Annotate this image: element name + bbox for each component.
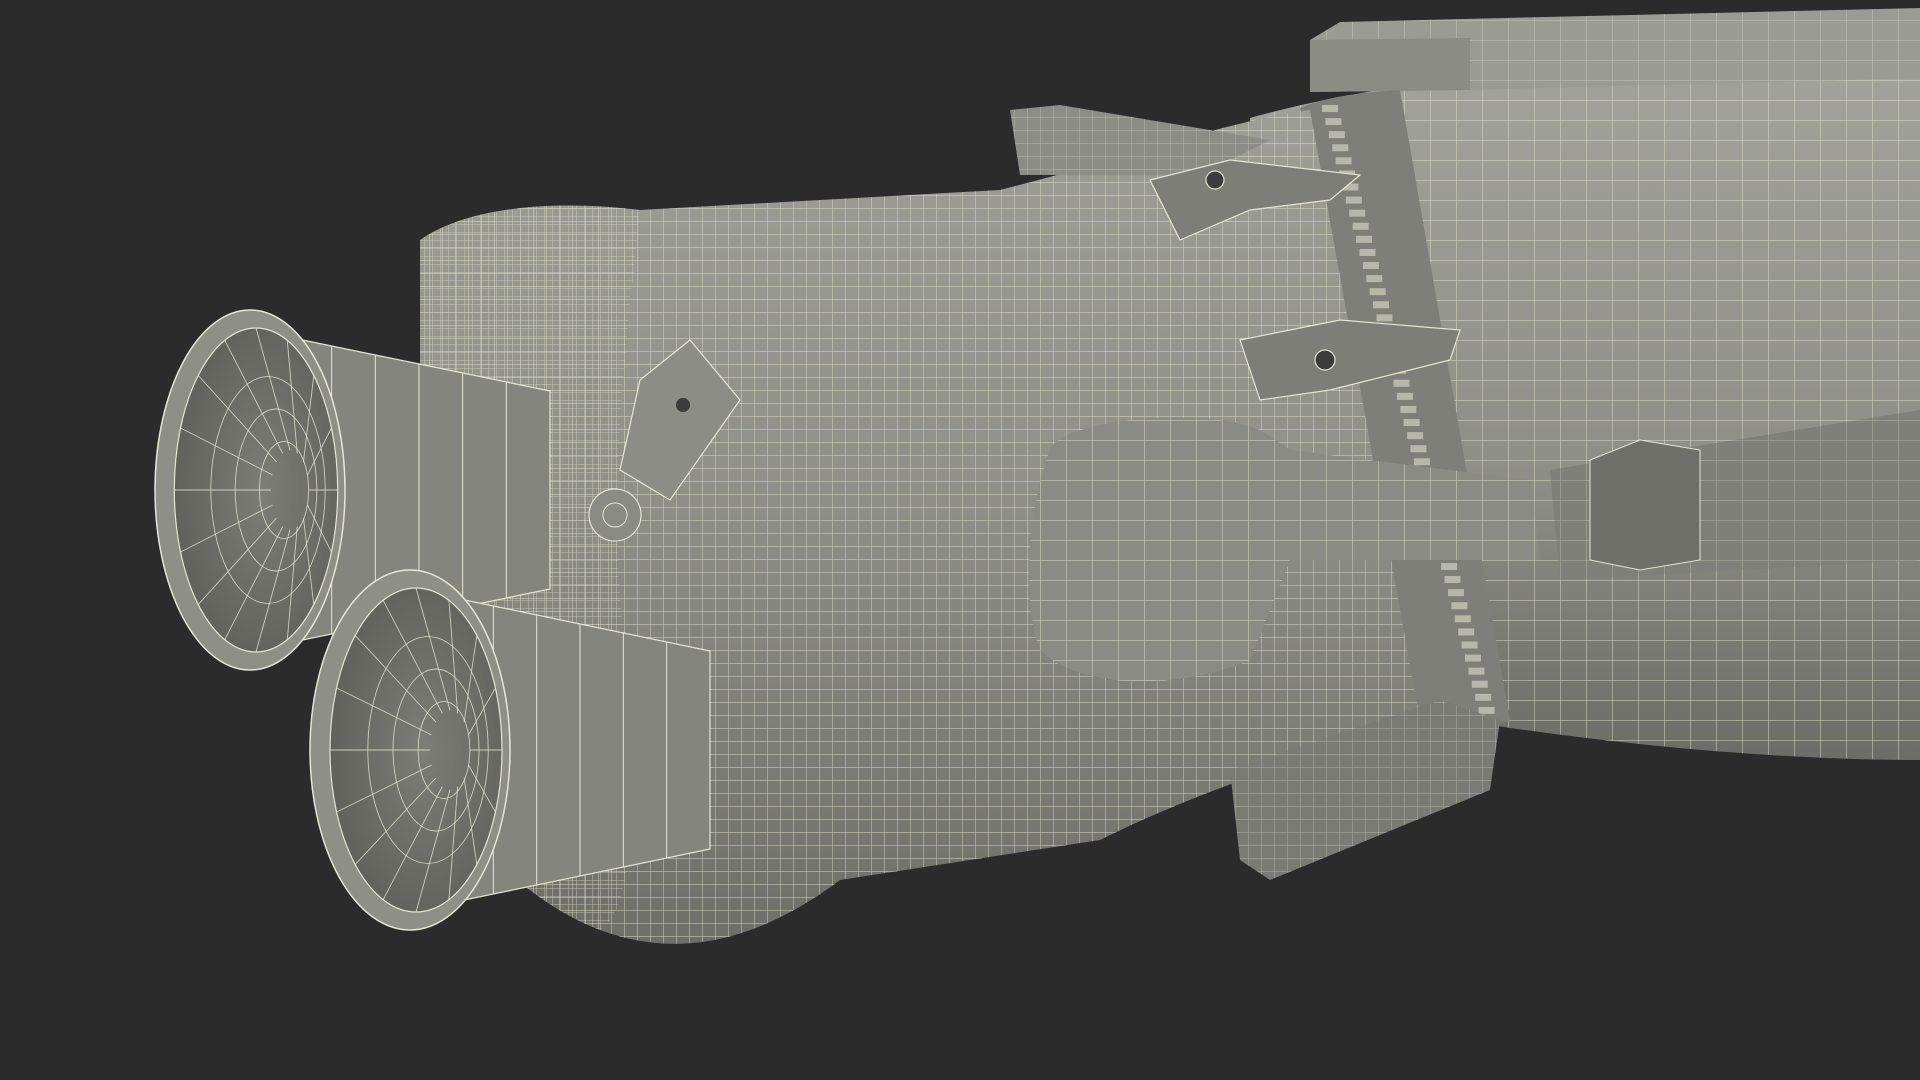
ring-segment	[1352, 222, 1369, 230]
ring-segment	[1454, 615, 1471, 623]
ring-segment	[1461, 641, 1478, 649]
ring-segment	[1447, 589, 1464, 597]
ring-segment	[1444, 576, 1461, 584]
ring-segment	[1376, 314, 1393, 322]
ring-segment	[1373, 301, 1390, 309]
ring-segment	[1322, 105, 1338, 112]
ring-segment	[1471, 680, 1488, 688]
ring-segment	[1478, 706, 1495, 714]
ring-segment	[1328, 131, 1345, 139]
top-fairing	[1310, 8, 1920, 92]
ring-segment	[1345, 196, 1362, 204]
ring-segment	[1464, 654, 1481, 662]
ring-segment	[1332, 144, 1349, 152]
ring-segment	[1366, 275, 1383, 283]
ring-segment	[1359, 248, 1376, 256]
rocket-wireframe-render	[154, 8, 1920, 944]
ring-segment	[1410, 445, 1427, 453]
ring-segment	[1403, 419, 1420, 427]
ring-segment	[1407, 432, 1424, 440]
ring-segment	[1369, 288, 1386, 296]
ring-segment	[1475, 693, 1492, 701]
ring-segment	[1325, 118, 1342, 126]
ring-segment	[1396, 392, 1413, 400]
ring-segment	[1349, 209, 1366, 217]
ring-segment	[1362, 262, 1379, 270]
ring-segment	[1335, 157, 1352, 165]
render-viewport	[0, 0, 1920, 1080]
ring-segment	[1413, 458, 1430, 466]
ring-segment	[1451, 602, 1468, 610]
ring-segment	[1468, 667, 1485, 675]
ring-segment	[1441, 562, 1458, 570]
ring-segment	[1400, 405, 1417, 413]
ring-segment	[1458, 628, 1475, 636]
ring-segment	[1393, 379, 1410, 387]
ring-segment	[1356, 235, 1373, 243]
